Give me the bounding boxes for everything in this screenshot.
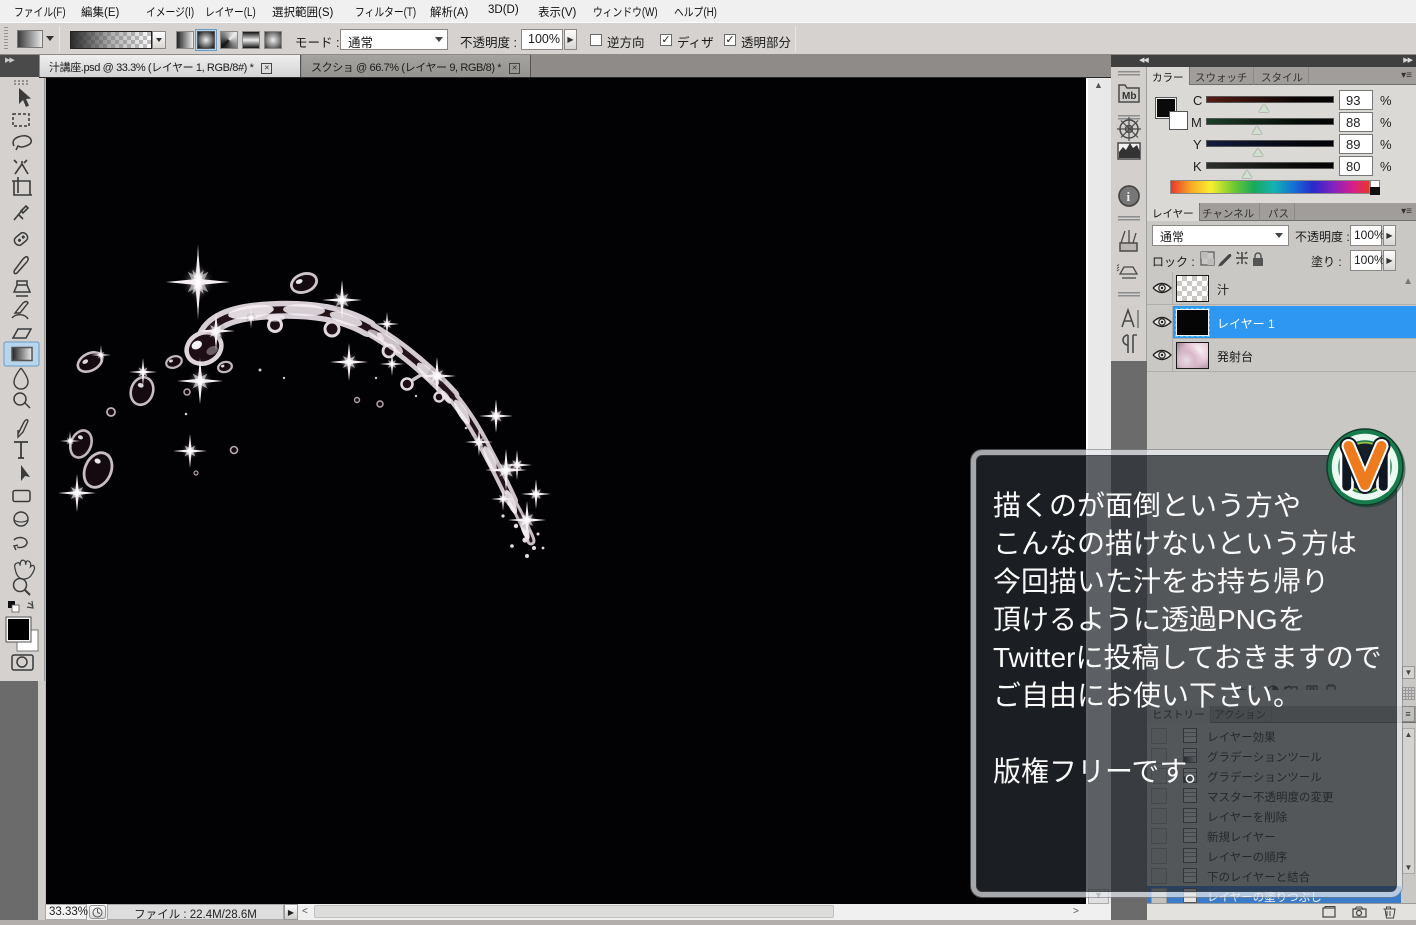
svg-text:Mb: Mb bbox=[1122, 91, 1136, 102]
svg-text:i: i bbox=[1127, 189, 1131, 204]
